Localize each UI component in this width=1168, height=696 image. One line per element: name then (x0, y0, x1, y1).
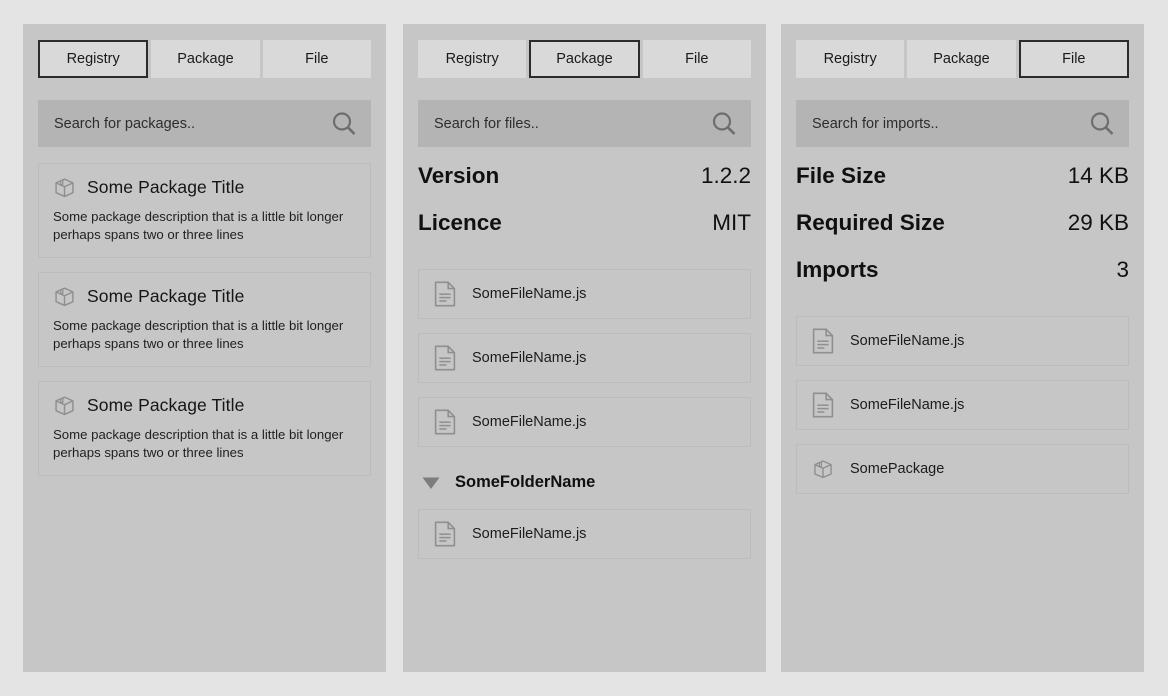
caret-down-icon[interactable] (420, 471, 442, 493)
search-input[interactable]: Search for files.. (434, 116, 709, 132)
tab-package[interactable]: Package (151, 40, 260, 78)
file-document-icon (812, 392, 834, 418)
detail-key: Version (418, 163, 500, 188)
tab-strip-registry: Registry Package File (38, 40, 371, 78)
file-document-icon (434, 281, 456, 307)
search-packages-bar[interactable]: Search for packages.. (38, 100, 371, 147)
tab-package[interactable]: Package (907, 40, 1016, 78)
import-name: SomeFileName.js (850, 333, 965, 349)
package-box-icon (53, 394, 76, 417)
tab-file[interactable]: File (642, 40, 751, 78)
package-description: Some package description that is a littl… (53, 427, 344, 460)
package-title: Some Package Title (87, 286, 245, 307)
package-box-icon (53, 176, 76, 199)
file-document-icon (434, 409, 456, 435)
import-name: SomePackage (850, 461, 945, 477)
file-name: SomeFileName.js (472, 526, 587, 542)
tab-strip-package: Registry Package File (418, 40, 751, 78)
package-title: Some Package Title (87, 177, 245, 197)
package-box-icon (812, 458, 834, 480)
search-files-bar[interactable]: Search for files.. (418, 100, 751, 147)
package-box-icon (53, 285, 76, 308)
detail-value: 1.2.2 (700, 163, 751, 188)
file-row[interactable]: SomeFileName.js (418, 269, 751, 319)
folder-name: SomeFolderName (455, 472, 596, 491)
panel-file: Registry Package File Search for imports… (781, 24, 1144, 672)
detail-row-imports: Imports 3 (796, 257, 1129, 304)
detail-key: Imports (796, 257, 879, 282)
detail-value: 29 KB (1067, 210, 1129, 235)
file-row[interactable]: SomeFileName.js (418, 397, 751, 447)
tab-file[interactable]: File (262, 40, 371, 78)
file-name: SomeFileName.js (472, 414, 587, 430)
detail-row-required-size: Required Size 29 KB (796, 210, 1129, 257)
package-card[interactable]: Some Package Title Some package descript… (38, 272, 371, 368)
package-card[interactable]: Some Package Title Some package descript… (38, 163, 371, 259)
import-row[interactable]: SomeFileName.js (796, 380, 1129, 430)
file-document-icon (434, 521, 456, 547)
package-description: Some package description that is a littl… (53, 209, 344, 242)
detail-value: 3 (1116, 257, 1129, 282)
package-results-list: Some Package Title Some package descript… (38, 163, 371, 662)
package-title: Some Package Title (87, 395, 245, 416)
detail-row-version: Version 1.2.2 (418, 163, 751, 210)
tab-file[interactable]: File (1018, 40, 1129, 78)
package-description: Some package description that is a littl… (53, 318, 344, 351)
file-details-content: File Size 14 KB Required Size 29 KB Impo… (796, 163, 1129, 662)
search-icon[interactable] (709, 109, 739, 139)
detail-key: Licence (418, 210, 502, 235)
package-card-header: Some Package Title (53, 176, 356, 199)
detail-value: 14 KB (1067, 163, 1129, 188)
package-card-header: Some Package Title (53, 394, 356, 417)
search-icon[interactable] (329, 109, 359, 139)
file-document-icon (812, 328, 834, 354)
search-input[interactable]: Search for imports.. (812, 116, 1087, 132)
package-card[interactable]: Some Package Title Some package descript… (38, 381, 371, 477)
file-document-icon (434, 345, 456, 371)
import-row[interactable]: SomePackage (796, 444, 1129, 494)
wireframe-board: Registry Package File Search for package… (0, 0, 1168, 696)
detail-key: Required Size (796, 210, 945, 235)
panel-package: Registry Package File Search for files..… (403, 24, 766, 672)
package-detail-list: Version 1.2.2 Licence MIT (418, 163, 751, 257)
search-input[interactable]: Search for packages.. (54, 116, 329, 132)
tab-registry[interactable]: Registry (796, 40, 905, 78)
package-card-header: Some Package Title (53, 285, 356, 308)
search-icon[interactable] (1087, 109, 1117, 139)
detail-row-file-size: File Size 14 KB (796, 163, 1129, 210)
import-name: SomeFileName.js (850, 397, 965, 413)
panel-registry: Registry Package File Search for package… (23, 24, 386, 672)
detail-row-licence: Licence MIT (418, 210, 751, 257)
file-name: SomeFileName.js (472, 286, 587, 302)
search-imports-bar[interactable]: Search for imports.. (796, 100, 1129, 147)
import-row[interactable]: SomeFileName.js (796, 316, 1129, 366)
file-detail-list: File Size 14 KB Required Size 29 KB Impo… (796, 163, 1129, 304)
detail-key: File Size (796, 163, 887, 188)
package-details-content: Version 1.2.2 Licence MIT SomeFileName.j… (418, 163, 751, 662)
tab-registry[interactable]: Registry (418, 40, 527, 78)
file-row[interactable]: SomeFileName.js (418, 333, 751, 383)
tab-package[interactable]: Package (529, 40, 640, 78)
tab-registry[interactable]: Registry (38, 40, 149, 78)
file-row[interactable]: SomeFileName.js (418, 509, 751, 559)
tab-strip-file: Registry Package File (796, 40, 1129, 78)
file-name: SomeFileName.js (472, 350, 587, 366)
detail-value: MIT (712, 210, 751, 235)
folder-row[interactable]: SomeFolderName (418, 461, 751, 503)
